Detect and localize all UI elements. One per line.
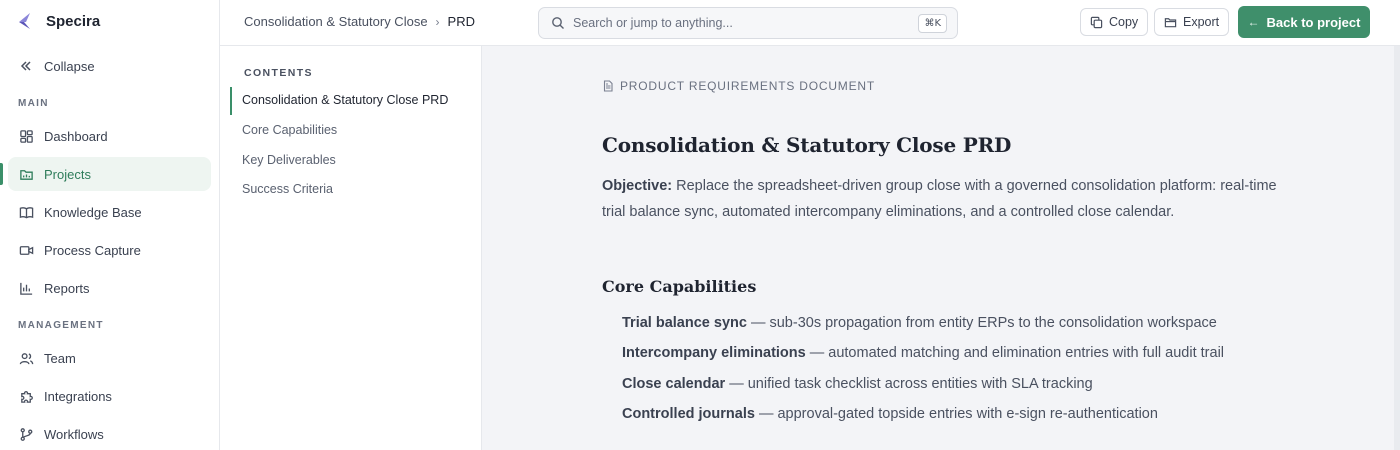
section-label-main: MAIN — [18, 98, 49, 109]
doc-kicker-label: PRODUCT REQUIREMENTS DOCUMENT — [620, 79, 875, 93]
sidebar-item-label: Team — [44, 350, 76, 366]
toc-item-success-criteria[interactable]: Success Criteria — [242, 182, 333, 196]
scrollbar[interactable] — [1394, 46, 1400, 450]
sidebar-item-label: Process Capture — [44, 242, 141, 258]
toc-item-key-deliverables[interactable]: Key Deliverables — [242, 153, 336, 167]
active-indicator — [0, 163, 3, 185]
collapse-label: Collapse — [44, 58, 95, 74]
copy-icon — [1090, 16, 1103, 29]
back-to-project-button[interactable]: ← Back to project — [1238, 6, 1370, 38]
puzzle-icon — [18, 388, 34, 404]
video-icon — [18, 242, 34, 258]
chevrons-left-icon — [18, 58, 34, 74]
capability-name: Trial balance sync — [622, 315, 747, 331]
objective-paragraph: Objective: Replace the spreadsheet-drive… — [602, 174, 1282, 225]
sidebar-item-knowledge-base[interactable]: Knowledge Base — [8, 195, 211, 229]
sidebar-item-dashboard[interactable]: Dashboard — [8, 119, 211, 153]
doc-title: Consolidation & Statutory Close PRD — [602, 133, 1012, 157]
sidebar-item-reports[interactable]: Reports — [8, 271, 211, 305]
search-icon — [551, 16, 565, 30]
breadcrumb-project[interactable]: Consolidation & Statutory Close — [244, 14, 428, 29]
sidebar-item-process-capture[interactable]: Process Capture — [8, 233, 211, 267]
objective-label: Objective: — [602, 178, 673, 194]
table-of-contents: CONTENTS Consolidation & Statutory Close… — [220, 46, 482, 450]
capability-desc: — approval-gated topside entries with e-… — [754, 406, 1158, 422]
capability-name: Close calendar — [622, 376, 726, 392]
bar-chart-icon — [18, 280, 34, 296]
arrow-left-icon: ← — [1247, 15, 1260, 29]
capability-desc: — sub-30s propagation from entity ERPs t… — [746, 315, 1217, 331]
git-branch-icon — [18, 426, 34, 442]
section-title-core-capabilities: Core Capabilities — [602, 277, 757, 296]
folder-export-icon — [1164, 16, 1177, 29]
copy-button[interactable]: Copy — [1080, 8, 1149, 36]
search-shortcut: ⌘K — [918, 14, 947, 33]
brand[interactable]: Specira — [14, 10, 100, 32]
capability-desc: — unified task checklist across entities… — [725, 376, 1093, 392]
capability-item: Close calendar — unified task checklist … — [622, 376, 1093, 392]
breadcrumb-separator: › — [435, 14, 440, 29]
back-to-project-label: Back to project — [1266, 14, 1361, 30]
document-icon — [602, 80, 614, 92]
specira-logo-icon — [14, 11, 34, 31]
sidebar-item-label: Integrations — [44, 388, 112, 404]
export-button[interactable]: Export — [1154, 8, 1230, 36]
sidebar-item-label: Reports — [44, 280, 90, 296]
users-icon — [18, 350, 34, 366]
breadcrumb-current: PRD — [447, 14, 475, 29]
sidebar-item-label: Projects — [44, 166, 91, 182]
capability-desc: — automated matching and elimination ent… — [805, 345, 1225, 361]
doc-kicker: PRODUCT REQUIREMENTS DOCUMENT — [602, 79, 875, 93]
capability-name: Intercompany eliminations — [622, 345, 806, 361]
toc-item-prd[interactable]: Consolidation & Statutory Close PRD — [242, 93, 448, 107]
breadcrumb: Consolidation & Statutory Close › PRD — [244, 14, 475, 29]
toc-title: CONTENTS — [244, 67, 313, 79]
objective-text: Replace the spreadsheet-driven group clo… — [602, 178, 1277, 220]
capability-item: Trial balance sync — sub-30s propagation… — [622, 315, 1217, 331]
folder-icon — [18, 166, 34, 182]
capability-item: Intercompany eliminations — automated ma… — [622, 345, 1224, 361]
section-label-management: MANAGEMENT — [18, 320, 104, 331]
export-label: Export — [1183, 15, 1220, 29]
search-input[interactable] — [573, 16, 913, 30]
sidebar-item-label: Dashboard — [44, 128, 108, 144]
document-pane: PRODUCT REQUIREMENTS DOCUMENT Consolidat… — [482, 46, 1400, 450]
book-icon — [18, 204, 34, 220]
sidebar-item-integrations[interactable]: Integrations — [8, 379, 211, 413]
capability-item: Controlled journals — approval-gated top… — [622, 406, 1158, 422]
sidebar: Specira Collapse MAIN Dashboard Projects… — [0, 0, 220, 450]
sidebar-item-label: Workflows — [44, 426, 104, 442]
top-bar: Consolidation & Statutory Close › PRD ⌘K… — [220, 0, 1400, 46]
dashboard-icon — [18, 128, 34, 144]
sidebar-item-projects[interactable]: Projects — [8, 157, 211, 191]
toc-active-indicator — [230, 87, 232, 115]
toc-item-core-capabilities[interactable]: Core Capabilities — [242, 123, 337, 137]
brand-name: Specira — [46, 12, 101, 30]
sidebar-item-label: Knowledge Base — [44, 204, 142, 220]
collapse-button[interactable]: Collapse — [8, 49, 211, 83]
copy-label: Copy — [1109, 15, 1139, 29]
sidebar-item-team[interactable]: Team — [8, 341, 211, 375]
capability-name: Controlled journals — [622, 406, 755, 422]
sidebar-item-workflows[interactable]: Workflows — [8, 417, 211, 450]
search-box[interactable]: ⌘K — [538, 7, 958, 39]
